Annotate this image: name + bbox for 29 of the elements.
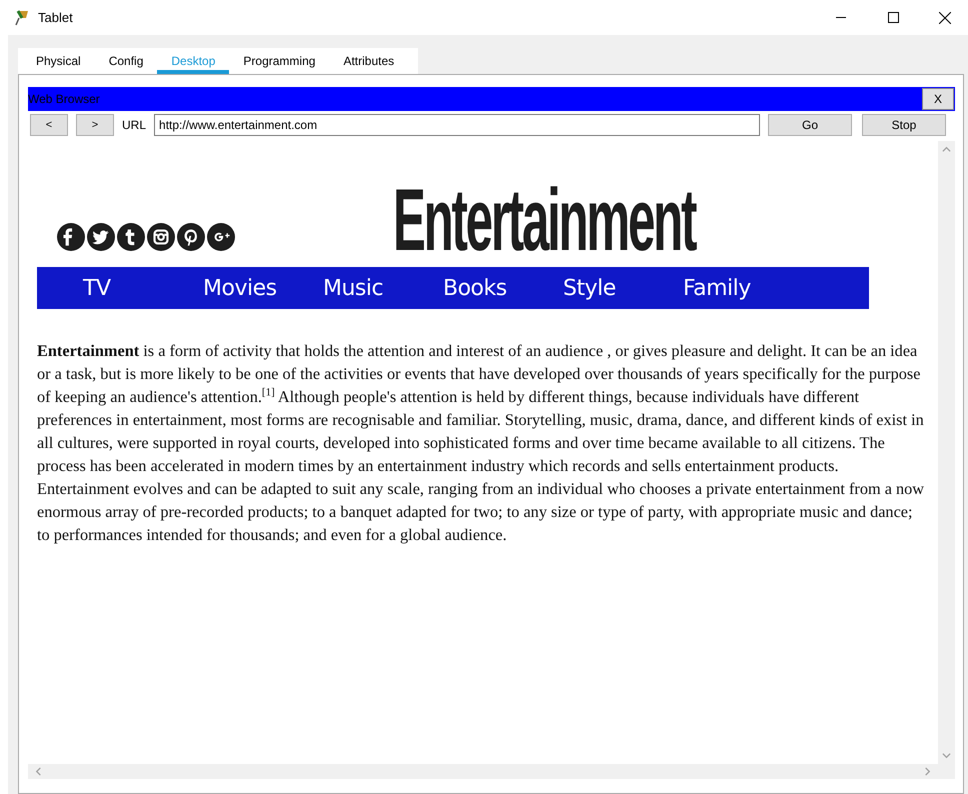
close-button[interactable]: X [922, 88, 954, 110]
url-label: URL [122, 118, 146, 132]
stop-button[interactable]: Stop [862, 114, 946, 136]
tab[interactable]: Programming [229, 48, 330, 74]
url-field[interactable]: http://www.entertainment.com [154, 114, 760, 136]
google-plus-icon[interactable] [207, 223, 235, 251]
close-icon [939, 12, 951, 24]
back-button[interactable]: < [30, 114, 68, 136]
pinterest-icon[interactable] [177, 223, 205, 251]
nav-link[interactable]: Family [683, 276, 803, 300]
window-title: Tablet [38, 10, 74, 25]
go-button[interactable]: Go [768, 114, 852, 136]
facebook-icon[interactable] [57, 223, 85, 251]
maximize-icon [888, 12, 898, 23]
tumblr-icon[interactable] [117, 223, 145, 251]
tab[interactable]: Physical [22, 48, 95, 74]
tab[interactable]: Attributes [329, 48, 408, 74]
tab[interactable]: Config [94, 48, 158, 74]
instagram-icon[interactable] [147, 223, 175, 251]
article-paragraph: Entertainment is a form of activity that holds the attention and interest of an audience , or gives pleasure and delight. It can be an idea or a task, but is more likely to be one of the activities or events that have developed over thousands of years specifically for the purpose of keeping an audience's attention.$^{[1]}$ Although people's attention is held by different things, because individuals have different preferences in entertainment, most forms are recognisable and familiar. Storytelling, music, drama, dance, and different kinds of exist in all cultures, were supported in royal courts, developed into sophisticated forms and over time became available to all citizens. The process has been accelerated in modern times by an entertainment industry which records and sells entertainment products. Entertainment evolves and can be adapted to suit any scale, ranging from an individual who chooses a private entertainment from a now enormous array of pre-recorded products; to a banquet adapted for two; to any size or type of party, with appropriate music and dance; to performances intended for thousands; and even for a global audience. [37, 340, 926, 546]
nav-link[interactable]: Movies [203, 276, 323, 300]
nav-link[interactable]: Books [443, 276, 563, 300]
nav-link[interactable]: TV [83, 276, 203, 300]
twitter-icon[interactable] [87, 223, 115, 251]
nav-link[interactable]: Style [563, 276, 683, 300]
site-logo: Entertainment [393, 176, 696, 264]
nav-link[interactable]: Music [323, 276, 443, 300]
browser-title: Web Browser [28, 92, 100, 106]
forward-button[interactable]: > [76, 114, 114, 136]
